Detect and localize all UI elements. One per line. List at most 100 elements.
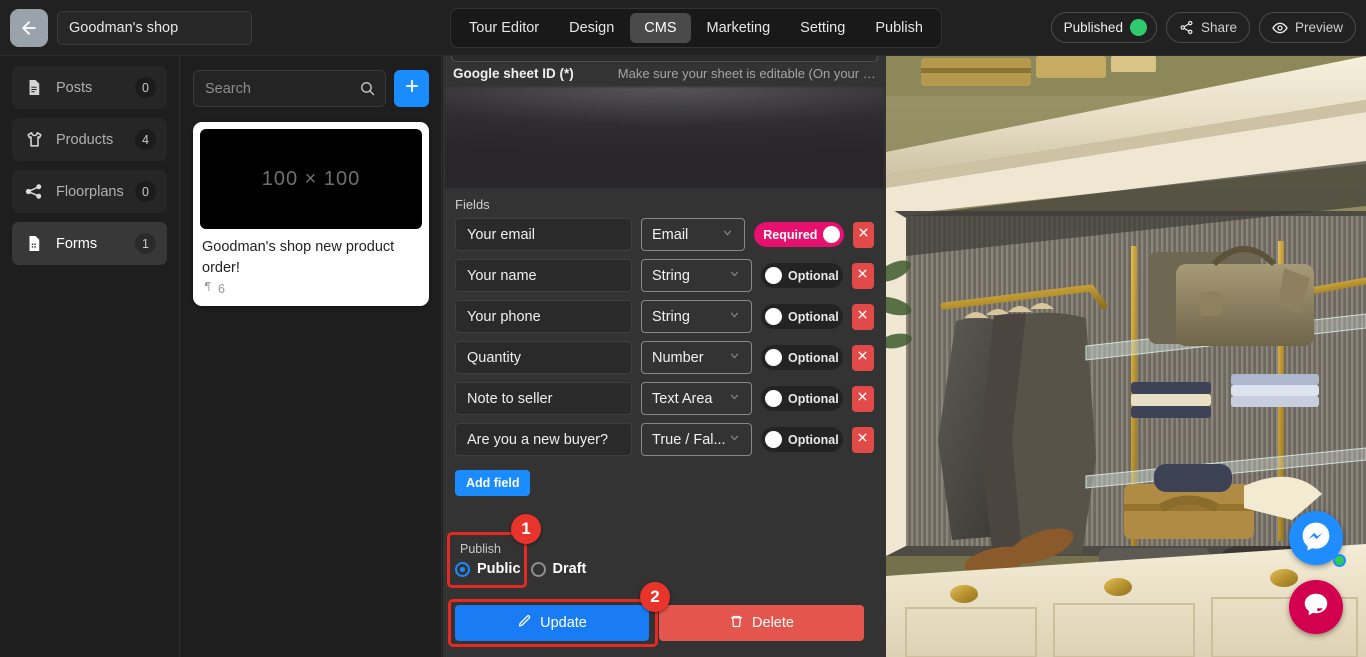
field-required-toggle[interactable]: Optional (761, 304, 843, 329)
radio-public[interactable]: Public (455, 561, 521, 577)
sidebar-label-posts: Posts (56, 79, 93, 96)
field-type-select[interactable]: True / Fal... (641, 423, 753, 456)
field-name-input[interactable] (455, 423, 632, 456)
google-sheet-label: Google sheet ID (*) (453, 66, 574, 81)
publish-status-badge[interactable]: Published (1050, 12, 1157, 43)
fields-section-label: Fields (455, 197, 490, 212)
floorplan-icon (23, 182, 45, 201)
status-dot-icon (1129, 19, 1147, 36)
field-type-select[interactable]: Number (641, 341, 753, 374)
add-field-button[interactable]: Add field (455, 470, 531, 496)
radio-public-label: Public (477, 561, 521, 577)
remove-field-button[interactable] (851, 344, 874, 371)
trash-icon (729, 614, 744, 633)
field-type-value: String (652, 308, 690, 325)
arrow-left-icon (19, 18, 39, 38)
search-icon[interactable] (359, 80, 376, 102)
share-label: Share (1200, 20, 1237, 35)
toggle-knob (765, 308, 783, 325)
toggle-knob (823, 226, 841, 243)
radio-draft[interactable]: Draft (530, 561, 587, 577)
sidebar-item-products[interactable]: Products 4 (12, 118, 167, 161)
field-required-label: Optional (788, 350, 839, 365)
field-name-input[interactable] (455, 218, 632, 251)
field-row: Text Area Optional (443, 382, 886, 415)
remove-field-button[interactable] (853, 221, 874, 248)
field-type-select[interactable]: String (641, 259, 753, 292)
forms-list-panel: 100 × 100 Goodman's shop new product ord… (181, 56, 442, 657)
search-input[interactable] (194, 71, 385, 106)
toggle-knob (765, 349, 783, 366)
document-icon (23, 78, 45, 97)
field-row: Email Required (443, 218, 886, 251)
update-label: Update (540, 615, 587, 631)
form-thumbnail: 100 × 100 (200, 129, 422, 229)
chevron-down-icon (728, 308, 741, 325)
tour-preview-panel[interactable] (886, 56, 1366, 657)
field-row: Number Optional (443, 341, 886, 374)
tab-publish[interactable]: Publish (861, 13, 937, 43)
project-title-input[interactable] (57, 11, 252, 45)
field-required-toggle[interactable]: Optional (761, 345, 843, 370)
close-icon (856, 349, 869, 367)
field-type-value: True / Fal... (652, 431, 726, 448)
google-sheet-id-redacted-area[interactable] (445, 87, 884, 188)
field-type-value: Email (652, 226, 689, 243)
field-name-input[interactable] (455, 259, 632, 292)
field-type-select[interactable]: String (641, 300, 753, 333)
field-required-label: Optional (788, 309, 839, 324)
sidebar-count-posts: 0 (135, 77, 156, 98)
boutique-scene-image (886, 56, 1366, 657)
field-row: True / Fal... Optional (443, 423, 886, 456)
back-button[interactable] (10, 9, 48, 47)
app-root: Tour Editor Design CMS Marketing Setting… (0, 0, 1366, 657)
field-required-toggle[interactable]: Optional (761, 263, 843, 288)
remove-field-button[interactable] (851, 385, 874, 412)
chevron-down-icon (728, 349, 741, 366)
publish-radio-group: Public Draft (455, 561, 586, 577)
field-type-select[interactable]: Text Area (641, 382, 753, 415)
sidebar-label-floorplans: Floorplans (56, 183, 124, 200)
sidebar-count-products: 4 (135, 129, 156, 150)
live-chat-button[interactable] (1289, 580, 1343, 634)
tab-design[interactable]: Design (555, 13, 628, 43)
field-type-select[interactable]: Email (641, 218, 746, 251)
add-form-button[interactable] (394, 70, 429, 107)
tab-cms[interactable]: CMS (630, 13, 691, 43)
publish-status-label: Published (1063, 20, 1123, 35)
preview-button[interactable]: Preview (1258, 12, 1356, 43)
field-row: String Optional (443, 259, 886, 292)
sidebar-item-floorplans[interactable]: Floorplans 0 (12, 170, 167, 213)
remove-field-button[interactable] (851, 262, 874, 289)
chevron-down-icon (728, 390, 741, 407)
form-list-item[interactable]: 100 × 100 Goodman's shop new product ord… (193, 122, 429, 306)
top-bar-actions: Published Share Preview (1050, 12, 1356, 43)
field-required-toggle[interactable]: Optional (761, 386, 843, 411)
remove-field-button[interactable] (851, 303, 874, 330)
sidebar-item-forms[interactable]: Forms 1 (12, 222, 167, 265)
sidebar-item-posts[interactable]: Posts 0 (12, 66, 167, 109)
toggle-knob (765, 267, 783, 284)
tab-setting[interactable]: Setting (786, 13, 859, 43)
field-name-input[interactable] (455, 300, 632, 333)
radio-draft-label: Draft (552, 561, 587, 577)
close-icon (856, 267, 869, 285)
delete-button[interactable]: Delete (659, 605, 864, 641)
share-button[interactable]: Share (1165, 12, 1250, 43)
form-item-meta-count: 6 (218, 281, 225, 296)
remove-field-button[interactable] (851, 426, 874, 453)
tab-tour-editor[interactable]: Tour Editor (455, 13, 553, 43)
tab-marketing[interactable]: Marketing (693, 13, 785, 43)
plus-icon (403, 77, 421, 100)
sidebar-label-forms: Forms (56, 235, 98, 252)
sidebar-count-forms: 1 (135, 233, 156, 254)
field-required-toggle[interactable]: Optional (761, 427, 843, 452)
field-name-input[interactable] (455, 382, 632, 415)
field-required-toggle[interactable]: Required (754, 222, 845, 247)
sidebar-label-products: Products (56, 131, 114, 148)
field-name-input[interactable] (455, 341, 632, 374)
close-icon (857, 226, 870, 244)
google-sheet-hint: Make sure your sheet is editable (On you… (617, 66, 876, 81)
update-button[interactable]: Update (455, 605, 649, 641)
messenger-online-dot-icon (1333, 554, 1346, 567)
